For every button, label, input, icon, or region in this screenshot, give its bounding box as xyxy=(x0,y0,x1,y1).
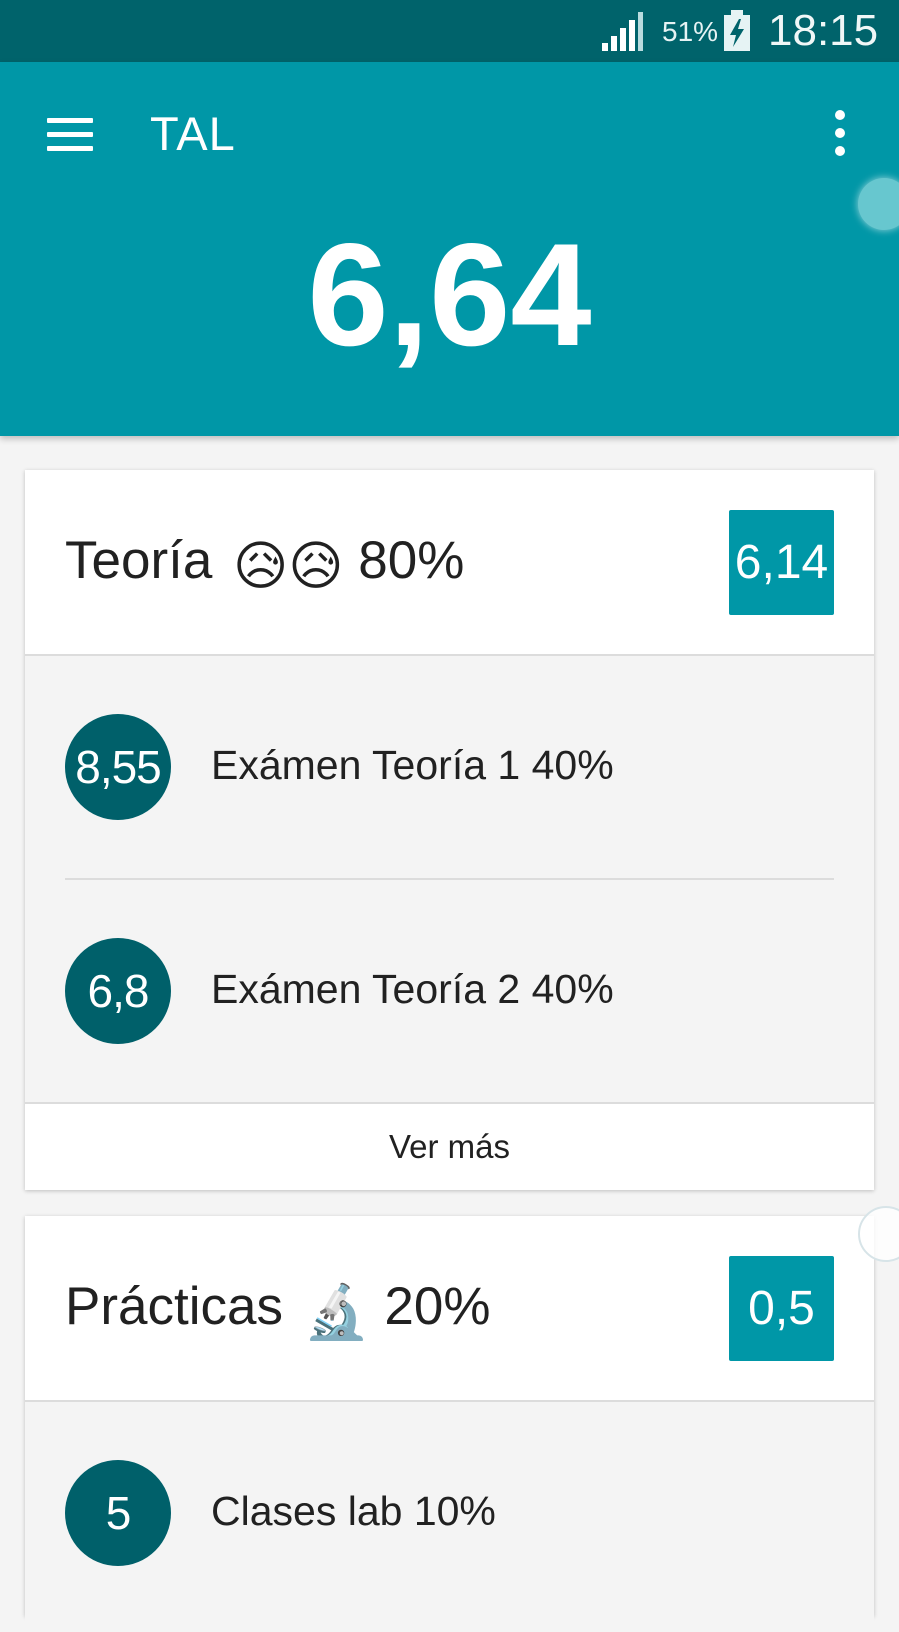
app-bar: TAL 6,64 xyxy=(0,62,899,436)
app-title: TAL xyxy=(150,107,236,160)
item-label: Clases lab 10% xyxy=(211,1488,496,1534)
signal-bars-icon xyxy=(602,12,643,51)
item-grade-circle: 5 xyxy=(65,1460,171,1566)
see-more-button[interactable]: Ver más xyxy=(25,1102,874,1190)
section-grade-badge: 6,14 xyxy=(729,510,834,615)
card-body: 8,55 Exámen Teoría 1 40% 6,8 Exámen Teor… xyxy=(25,656,874,1102)
section-card-practicas: Prácticas 🔬 20% 0,5 5 Clases lab 10% xyxy=(25,1216,874,1632)
section-card-teoria: Teoría 😥😥 80% 6,14 8,55 Exámen Teoría 1 … xyxy=(25,470,874,1190)
section-weight: 80% xyxy=(358,531,465,590)
battery-charging-icon xyxy=(724,10,750,51)
overall-grade: 6,64 xyxy=(307,213,592,376)
section-weight: 20% xyxy=(384,1277,491,1336)
hamburger-menu-icon[interactable] xyxy=(40,108,100,160)
item-label: Exámen Teoría 2 40% xyxy=(211,966,614,1012)
section-title: Teoría 😥😥 80% xyxy=(65,530,464,597)
section-title-text: Teoría xyxy=(65,531,213,590)
microscope-emoji-icon: 🔬 xyxy=(303,1283,370,1342)
item-grade-circle: 8,55 xyxy=(65,714,171,820)
card-header[interactable]: Prácticas 🔬 20% 0,5 xyxy=(25,1216,874,1402)
see-more-label: Ver más xyxy=(388,1128,511,1165)
section-title: Prácticas 🔬 20% xyxy=(65,1276,491,1343)
item-label: Exámen Teoría 1 40% xyxy=(211,742,614,788)
card-header[interactable]: Teoría 😥😥 80% 6,14 xyxy=(25,470,874,656)
more-vert-icon[interactable] xyxy=(820,108,860,160)
list-item[interactable]: 6,8 Exámen Teoría 2 40% xyxy=(25,880,874,1102)
sad-face-emoji-icon: 😥😥 xyxy=(233,537,344,596)
item-grade-circle: 6,8 xyxy=(65,938,171,1044)
list-item[interactable]: 5 Clases lab 10% xyxy=(25,1402,874,1624)
card-body: 5 Clases lab 10% xyxy=(25,1402,874,1632)
section-grade-badge: 0,5 xyxy=(729,1256,834,1361)
clock: 18:15 xyxy=(768,6,879,55)
status-bar: 51% 18:15 xyxy=(0,0,899,62)
battery-percent: 51% xyxy=(662,16,719,47)
list-item[interactable]: 8,55 Exámen Teoría 1 40% xyxy=(25,656,874,878)
section-title-text: Prácticas xyxy=(65,1277,283,1336)
